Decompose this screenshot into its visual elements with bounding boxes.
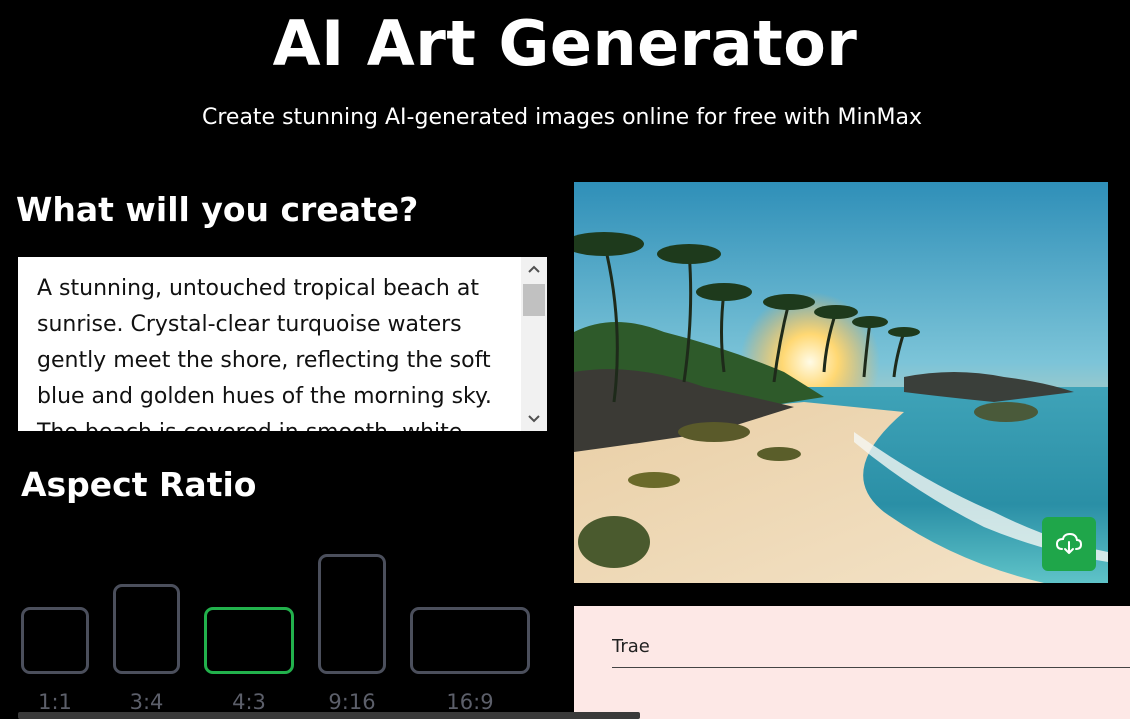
prompt-box: A stunning, untouched tropical beach at … xyxy=(18,257,547,431)
page-title: AI Art Generator xyxy=(272,7,858,80)
ratio-option-1-1[interactable] xyxy=(21,607,89,674)
horizontal-scrollbar[interactable] xyxy=(18,712,640,719)
prompt-scrollbar[interactable] xyxy=(521,257,547,431)
ratio-option-3-4[interactable] xyxy=(113,584,180,674)
name-input[interactable] xyxy=(612,626,1130,668)
ratio-option-9-16[interactable] xyxy=(318,554,386,674)
prompt-textarea[interactable]: A stunning, untouched tropical beach at … xyxy=(18,257,521,431)
download-button[interactable] xyxy=(1042,517,1096,571)
cloud-download-icon xyxy=(1055,532,1083,554)
lower-panel xyxy=(574,606,1130,719)
tropical-beach-image xyxy=(574,182,1108,583)
prompt-heading: What will you create? xyxy=(16,190,419,229)
aspect-ratio-heading: Aspect Ratio xyxy=(21,465,257,504)
scroll-up-arrow-icon[interactable] xyxy=(521,257,547,281)
generated-image-preview xyxy=(574,182,1108,583)
ratio-option-16-9[interactable] xyxy=(410,607,530,674)
page: AI Art Generator Create stunning AI-gene… xyxy=(0,0,1130,719)
ratio-option-4-3[interactable] xyxy=(204,607,294,674)
prompt-scroll-thumb[interactable] xyxy=(523,284,545,316)
scroll-down-arrow-icon[interactable] xyxy=(521,407,547,431)
page-subtitle: Create stunning AI-generated images onli… xyxy=(201,105,922,130)
